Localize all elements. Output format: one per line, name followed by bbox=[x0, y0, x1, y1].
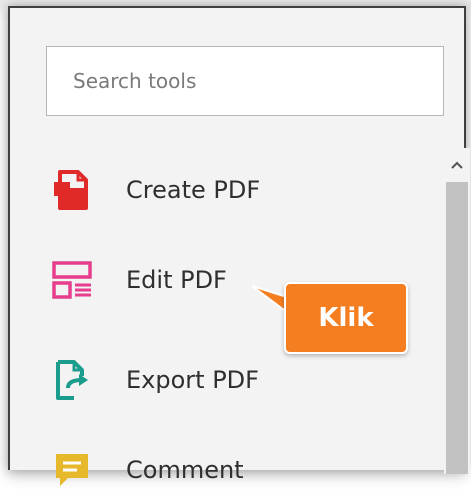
scrollbar[interactable] bbox=[444, 148, 470, 474]
search-box[interactable] bbox=[46, 46, 444, 116]
tool-label: Edit PDF bbox=[126, 266, 227, 294]
scroll-thumb[interactable] bbox=[446, 182, 468, 474]
tool-comment[interactable]: Comment bbox=[40, 438, 420, 500]
tools-panel: Create PDF Edit PDF bbox=[8, 6, 470, 486]
chevron-up-icon[interactable] bbox=[444, 154, 470, 176]
click-callout: Klik bbox=[284, 282, 408, 354]
tool-create-pdf[interactable]: Create PDF bbox=[40, 158, 420, 222]
comment-icon bbox=[48, 446, 96, 494]
edit-pdf-icon bbox=[48, 256, 96, 304]
export-pdf-icon bbox=[48, 356, 96, 404]
tool-label: Export PDF bbox=[126, 366, 259, 394]
tool-label: Comment bbox=[126, 456, 244, 484]
tool-label: Create PDF bbox=[126, 176, 261, 204]
tool-export-pdf[interactable]: Export PDF bbox=[40, 348, 420, 412]
create-pdf-icon bbox=[48, 166, 96, 214]
search-input[interactable] bbox=[47, 47, 443, 115]
callout-text: Klik bbox=[318, 303, 374, 333]
